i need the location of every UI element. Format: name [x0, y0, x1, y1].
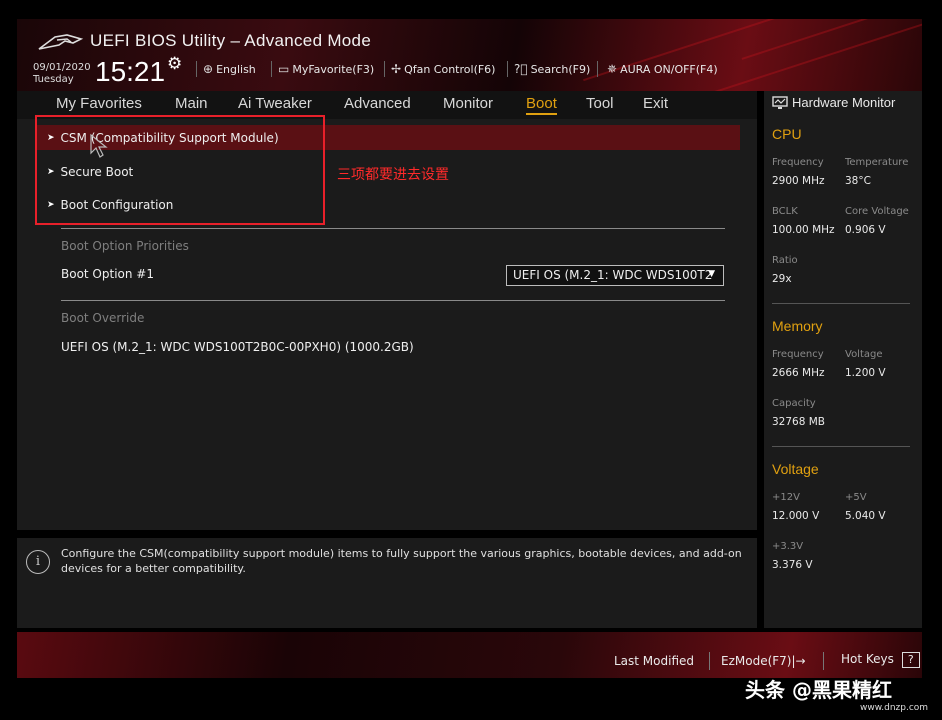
tab-main[interactable]: Main	[175, 95, 208, 112]
search-help-icon: ?⃞	[514, 62, 528, 76]
ratio-value: 29x	[772, 273, 792, 285]
info-icon: i	[26, 550, 50, 574]
cpu-temperature-value: 38°C	[845, 175, 871, 187]
hardware-monitor-title-text: Hardware Monitor	[792, 95, 896, 110]
v5-value: 5.040 V	[845, 510, 886, 522]
cpu-frequency-value: 2900 MHz	[772, 175, 825, 187]
header-divider	[271, 61, 272, 77]
hw-divider	[772, 446, 910, 447]
boot-option-1-select[interactable]: UEFI OS (M.2_1: WDC WDS100T2 ▼	[506, 265, 724, 286]
boot-settings-panel: ➤ CSM (Compatibility Support Module) ➤ S…	[17, 115, 757, 530]
fan-icon: ✢	[391, 62, 402, 76]
monitor-icon	[772, 95, 788, 109]
boot-override-item[interactable]: UEFI OS (M.2_1: WDC WDS100T2B0C-00PXH0) …	[61, 340, 414, 354]
annotation-box	[35, 115, 325, 225]
help-icon: ?	[901, 652, 920, 668]
qfan-label: Qfan Control(F6)	[404, 62, 496, 76]
header-bar: UEFI BIOS Utility – Advanced Mode 09/01/…	[17, 19, 922, 91]
footer-divider	[823, 652, 824, 670]
header-divider	[597, 61, 598, 77]
hw-divider	[772, 303, 910, 304]
ratio-label: Ratio	[772, 255, 798, 266]
bclk-value: 100.00 MHz	[772, 224, 835, 236]
core-voltage-value: 0.906 V	[845, 224, 886, 236]
favorite-icon: ▭	[278, 62, 290, 76]
cpu-heading: CPU	[772, 126, 802, 142]
language-button[interactable]: ⊕ English	[203, 62, 256, 76]
boot-priorities-heading: Boot Option Priorities	[61, 239, 189, 253]
bclk-label: BCLK	[772, 206, 798, 217]
header-divider	[507, 61, 508, 77]
section-divider	[61, 228, 725, 229]
memory-voltage-value: 1.200 V	[845, 367, 886, 379]
date-text: 09/01/2020	[33, 62, 91, 73]
memory-frequency-label: Frequency	[772, 349, 824, 360]
tab-exit[interactable]: Exit	[643, 95, 668, 112]
footer-divider	[709, 652, 710, 670]
hardware-monitor-title: Hardware Monitor	[772, 95, 895, 110]
myfavorite-button[interactable]: ▭ MyFavorite(F3)	[278, 62, 374, 76]
cpu-temperature-label: Temperature	[845, 157, 909, 168]
search-label: Search(F9)	[530, 62, 591, 76]
memory-voltage-label: Voltage	[845, 349, 883, 360]
v12-label: +12V	[772, 492, 800, 503]
tab-boot[interactable]: Boot	[526, 95, 557, 115]
ezmode-button[interactable]: EzMode(F7)|→	[721, 654, 806, 668]
section-divider	[61, 300, 725, 301]
tab-tool[interactable]: Tool	[586, 95, 614, 112]
header-divider	[384, 61, 385, 77]
last-modified-button[interactable]: Last Modified	[614, 654, 694, 668]
tab-monitor[interactable]: Monitor	[443, 95, 493, 112]
memory-heading: Memory	[772, 318, 823, 334]
search-button[interactable]: ?⃞ Search(F9)	[514, 62, 590, 76]
annotation-text: 三项都要进去设置	[337, 167, 449, 183]
boot-option-1-value: UEFI OS (M.2_1: WDC WDS100T2	[513, 268, 713, 282]
rog-logo	[38, 34, 84, 50]
globe-icon: ⊕	[203, 62, 214, 76]
capacity-value: 32768 MB	[772, 416, 826, 428]
v5-label: +5V	[845, 492, 867, 503]
hot-keys-label: Hot Keys	[841, 652, 894, 666]
watermark-text: 头条 @黑果精红	[745, 678, 892, 702]
tab-ai-tweaker[interactable]: Ai Tweaker	[238, 95, 312, 112]
v33-value: 3.376 V	[772, 559, 813, 571]
memory-frequency-value: 2666 MHz	[772, 367, 825, 379]
app-title: UEFI BIOS Utility – Advanced Mode	[90, 31, 372, 50]
tab-advanced[interactable]: Advanced	[344, 95, 411, 112]
footer-bar: Last Modified EzMode(F7)|→ Hot Keys ?	[17, 632, 922, 678]
v12-value: 12.000 V	[772, 510, 820, 522]
header-divider	[196, 61, 197, 77]
watermark-url: www.dnzp.com	[860, 703, 929, 713]
aura-button[interactable]: ✵ AURA ON/OFF(F4)	[607, 62, 718, 76]
help-panel: i Configure the CSM(compatibility suppor…	[17, 538, 757, 628]
hardware-monitor-panel: Hardware Monitor CPU Frequency Temperatu…	[764, 91, 922, 628]
core-voltage-label: Core Voltage	[845, 206, 909, 217]
voltage-heading: Voltage	[772, 461, 819, 477]
date-display: 09/01/2020 Tuesday	[33, 62, 91, 86]
language-label: English	[216, 62, 256, 76]
chevron-down-icon: ▼	[708, 269, 715, 279]
qfan-button[interactable]: ✢ Qfan Control(F6)	[391, 62, 495, 76]
boot-override-heading: Boot Override	[61, 311, 145, 325]
tab-my-favorites[interactable]: My Favorites	[56, 95, 142, 112]
help-text: Configure the CSM(compatibility support …	[61, 547, 742, 575]
aura-icon: ✵	[607, 62, 618, 76]
myfavorite-label: MyFavorite(F3)	[292, 62, 375, 76]
gear-icon[interactable]: ⚙	[167, 55, 185, 73]
aura-label: AURA ON/OFF(F4)	[620, 62, 718, 76]
clock-time: 15:21	[95, 56, 166, 87]
capacity-label: Capacity	[772, 398, 816, 409]
boot-option-1-label: Boot Option #1	[61, 267, 154, 281]
hot-keys-button[interactable]: Hot Keys ?	[841, 652, 920, 668]
cpu-frequency-label: Frequency	[772, 157, 824, 168]
day-text: Tuesday	[33, 74, 74, 85]
v33-label: +3.3V	[772, 541, 804, 552]
